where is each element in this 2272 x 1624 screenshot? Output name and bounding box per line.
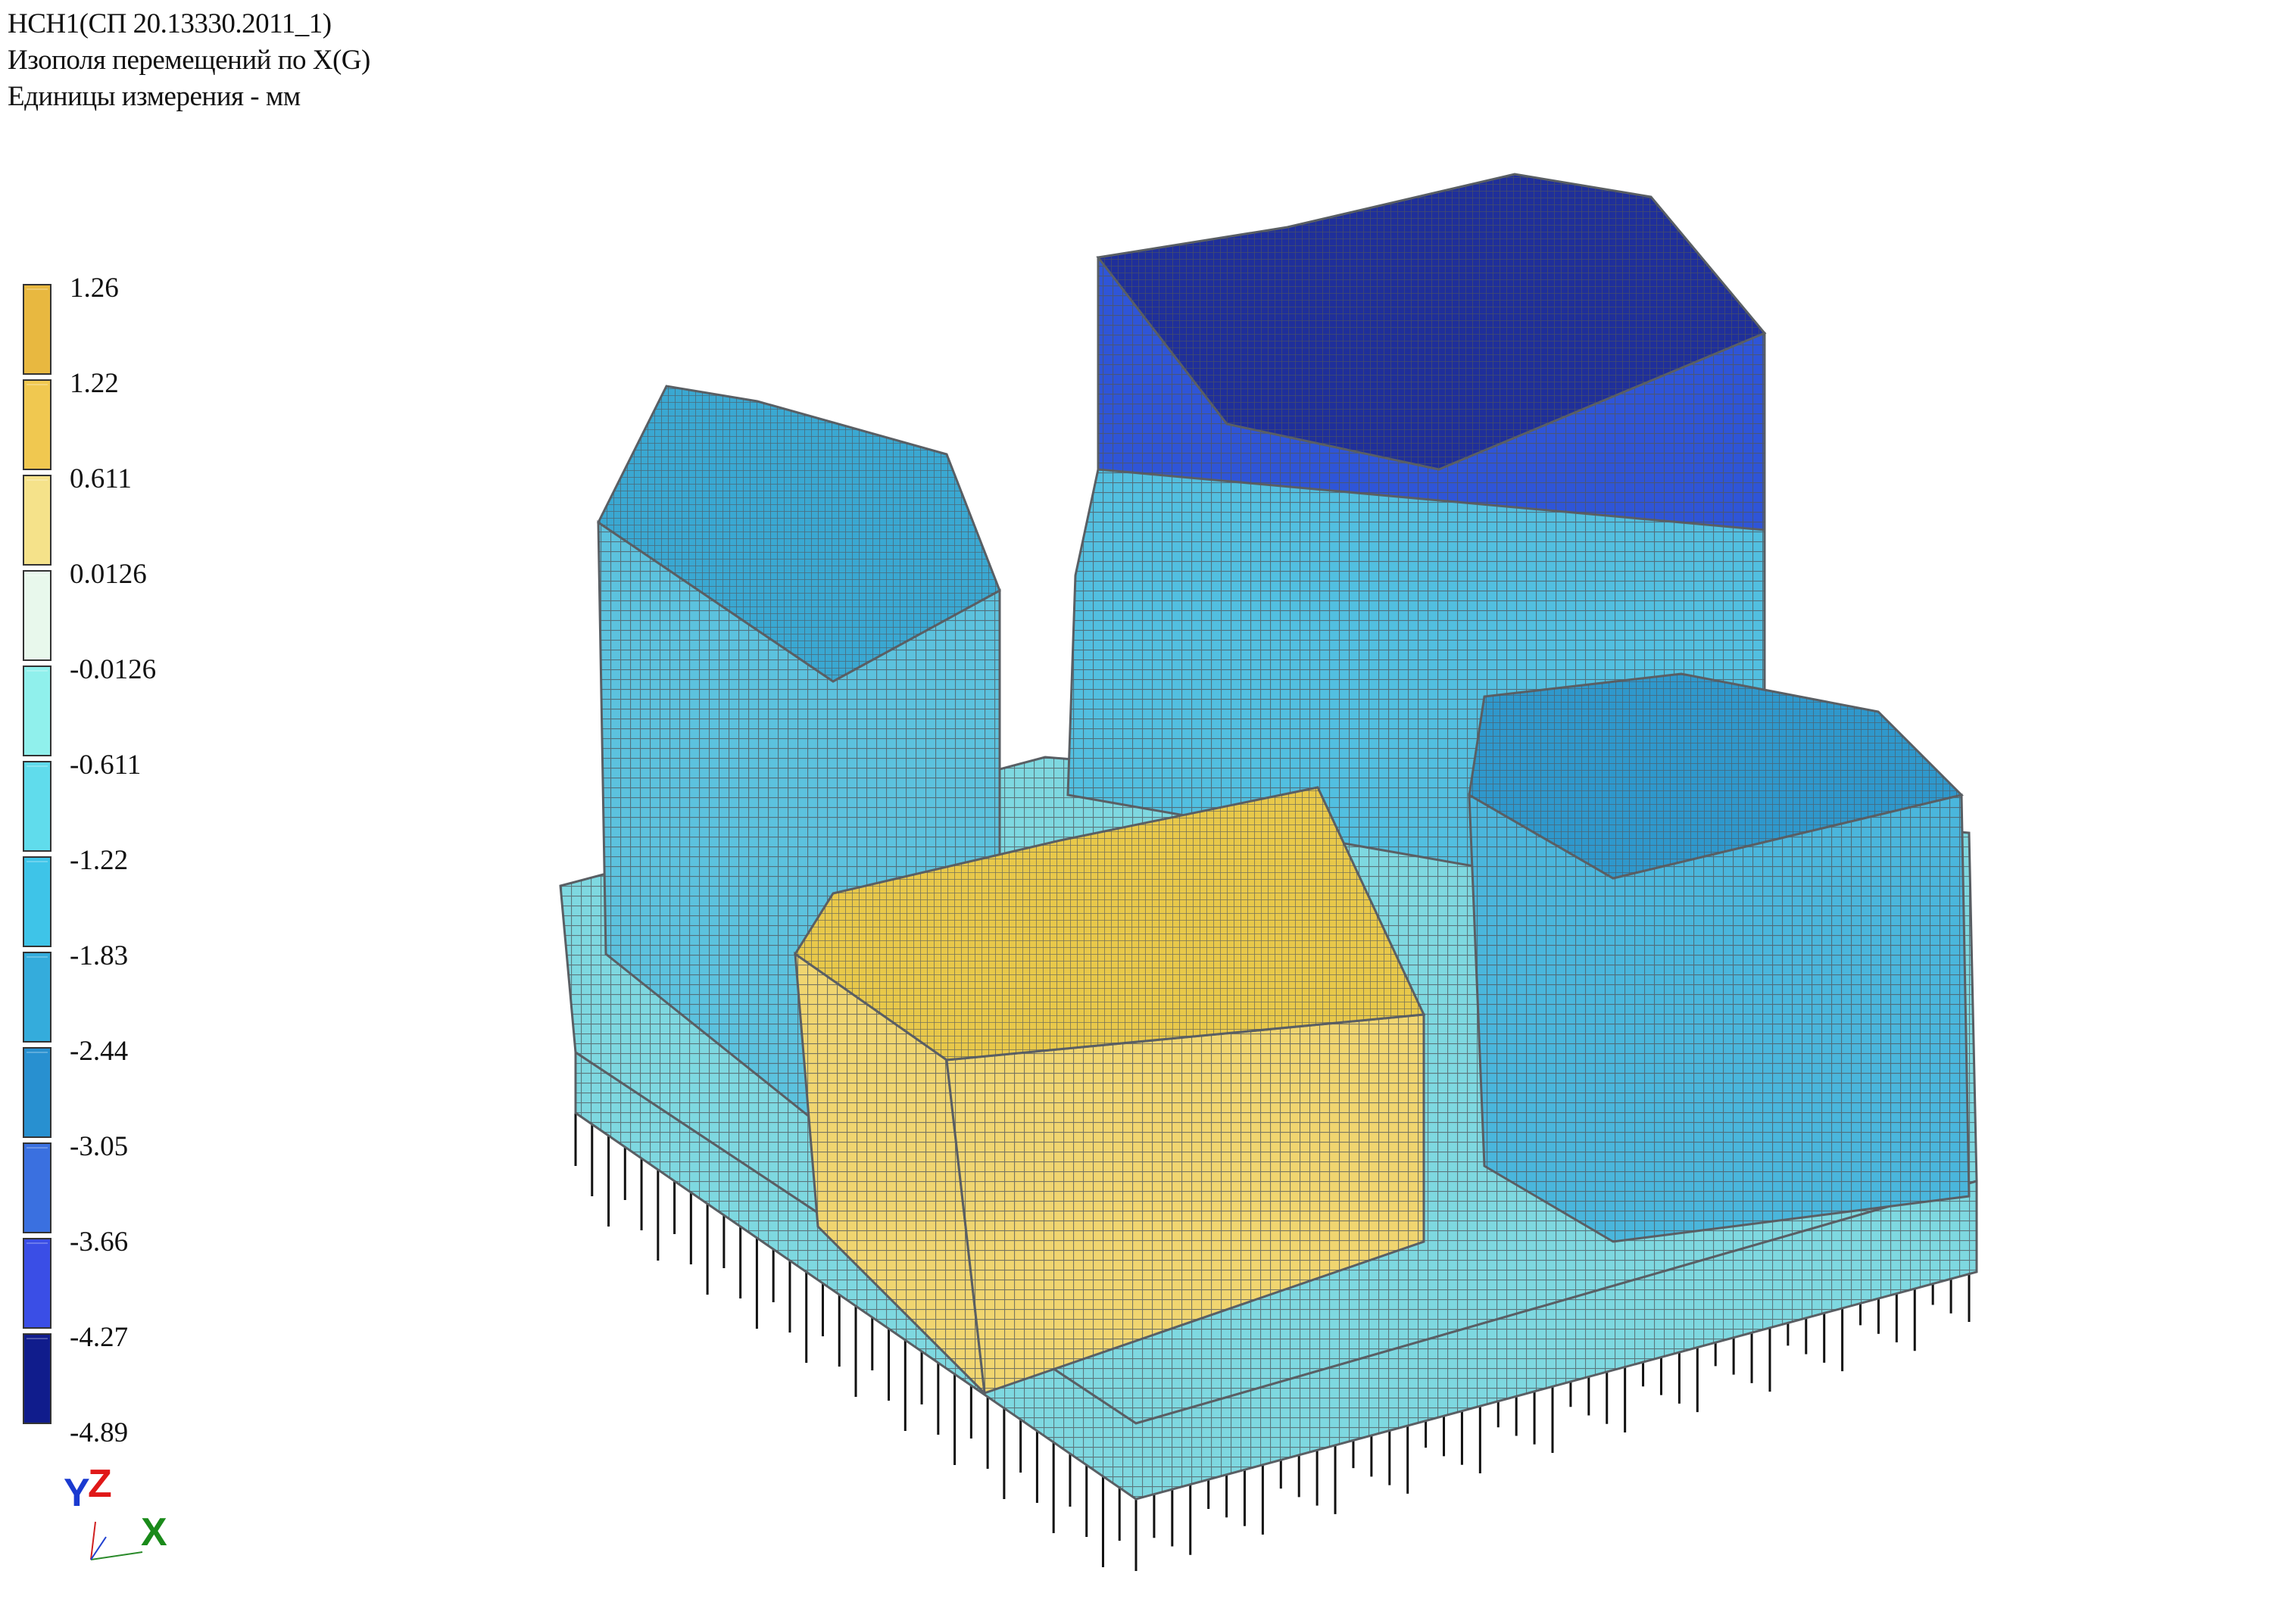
structural-model xyxy=(559,173,1978,1571)
mesh-overlay xyxy=(1469,795,1969,1242)
right-tower xyxy=(1468,672,1971,1243)
